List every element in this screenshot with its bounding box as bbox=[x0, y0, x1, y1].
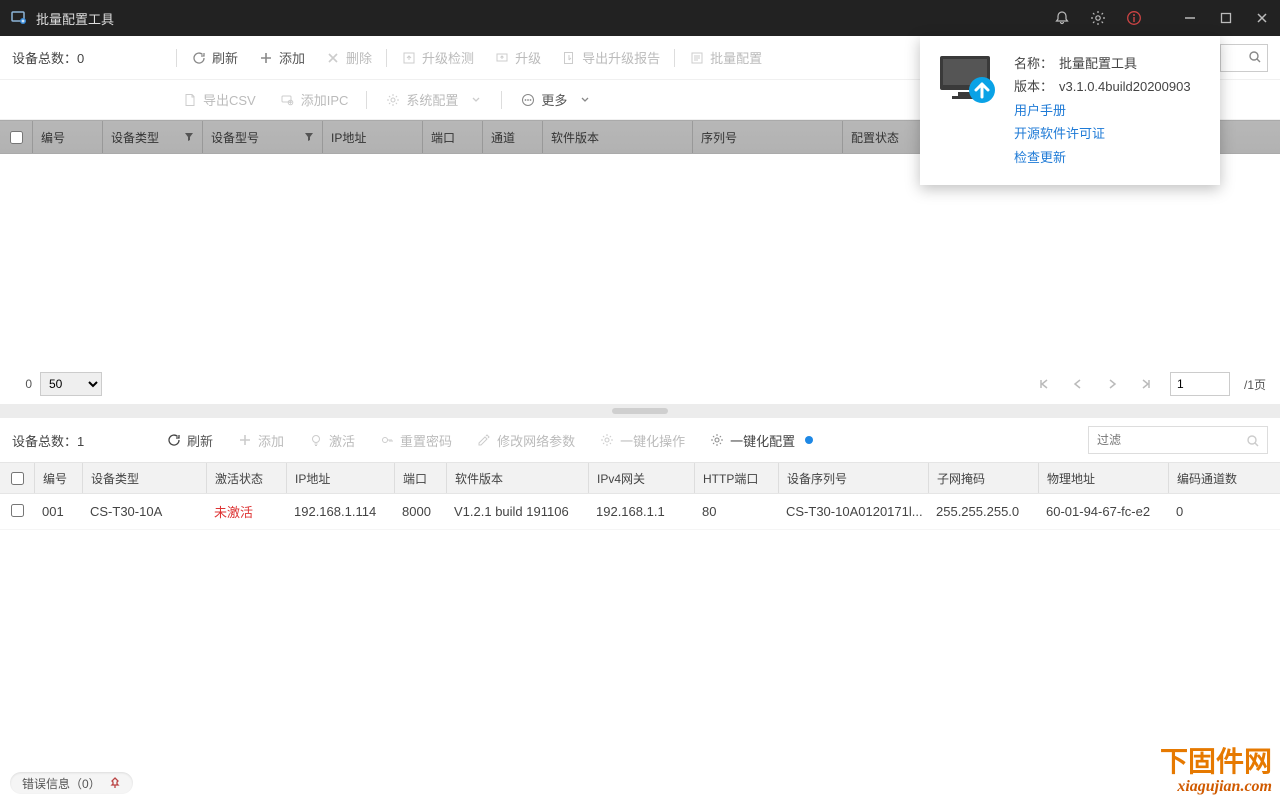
gear-icon bbox=[709, 433, 724, 448]
lower-add-button[interactable]: 添加 bbox=[227, 425, 294, 455]
app-title: 批量配置工具 bbox=[36, 9, 114, 28]
key-icon bbox=[379, 433, 394, 448]
badge-dot bbox=[805, 436, 813, 444]
filter-icon[interactable] bbox=[184, 132, 194, 142]
lower-toolbar: 设备总数：1 刷新 添加 激活 重置密码 修改网络参数 一键化操作 一键化配置 bbox=[0, 418, 1280, 462]
maximize-button[interactable] bbox=[1208, 0, 1244, 36]
bulb-icon bbox=[308, 433, 323, 448]
watermark: 下固件网 xiagujian.com bbox=[1160, 748, 1272, 796]
search-icon[interactable] bbox=[1248, 50, 1262, 64]
license-link[interactable]: 开源软件许可证 bbox=[1014, 122, 1204, 145]
filter-icon[interactable] bbox=[304, 132, 314, 142]
th-sw: 软件版本 bbox=[542, 121, 692, 153]
modify-network-button[interactable]: 修改网络参数 bbox=[466, 425, 585, 455]
search-icon[interactable] bbox=[1246, 434, 1260, 448]
th-model: 设备型号 bbox=[202, 121, 322, 153]
monitor-upload-icon bbox=[936, 52, 1000, 108]
delete-button[interactable]: 删除 bbox=[315, 43, 382, 73]
th-serial: 序列号 bbox=[692, 121, 842, 153]
upper-search bbox=[1220, 44, 1268, 72]
th-port: 端口 bbox=[422, 121, 482, 153]
title-bar: 批量配置工具 bbox=[0, 0, 1280, 36]
refresh-button[interactable]: 刷新 bbox=[181, 43, 248, 73]
activate-button[interactable]: 激活 bbox=[298, 425, 365, 455]
upgrade-check-button[interactable]: 升级检测 bbox=[391, 43, 484, 73]
th-type: 设备类型 bbox=[102, 121, 202, 153]
add-ipc-button[interactable]: 添加IPC bbox=[270, 85, 359, 115]
pager-total: /1页 bbox=[1244, 376, 1266, 393]
lower-filter bbox=[1088, 426, 1268, 454]
check-update-link[interactable]: 检查更新 bbox=[1014, 146, 1204, 169]
pager-next-icon[interactable] bbox=[1102, 374, 1122, 394]
pagination-bar: 0 50 /1页 bbox=[0, 364, 1280, 404]
refresh-icon bbox=[191, 50, 206, 65]
plus-icon bbox=[258, 50, 273, 65]
pager-first-icon[interactable] bbox=[1034, 374, 1054, 394]
pager-last-icon[interactable] bbox=[1136, 374, 1156, 394]
status-bar[interactable]: 错误信息（0） bbox=[10, 772, 133, 794]
info-icon[interactable] bbox=[1116, 0, 1152, 36]
row-checkbox[interactable] bbox=[11, 504, 24, 517]
export-csv-icon bbox=[182, 92, 197, 107]
chevron-down-icon bbox=[468, 92, 483, 107]
app-icon bbox=[10, 9, 28, 27]
delete-icon bbox=[325, 50, 340, 65]
page-size-select[interactable]: 50 bbox=[40, 372, 102, 396]
gear-icon bbox=[599, 433, 614, 448]
edit-icon bbox=[476, 433, 491, 448]
pager-prev-icon[interactable] bbox=[1068, 374, 1088, 394]
lower-filter-input[interactable] bbox=[1088, 426, 1268, 454]
upper-table-body bbox=[0, 154, 1280, 364]
upper-device-count: 设备总数：0 bbox=[12, 48, 172, 67]
upgrade-icon bbox=[494, 50, 509, 65]
oneclick-operate-button[interactable]: 一键化操作 bbox=[589, 425, 695, 455]
activate-status: 未激活 bbox=[206, 502, 286, 521]
export-report-icon bbox=[561, 50, 576, 65]
export-csv-button[interactable]: 导出CSV bbox=[172, 85, 266, 115]
about-popover: 名称：批量配置工具 版本：v3.1.0.4build20200903 用户手册 … bbox=[920, 36, 1220, 185]
lower-select-all-checkbox[interactable] bbox=[11, 472, 24, 485]
lower-device-count: 设备总数：1 bbox=[12, 431, 152, 450]
refresh-icon bbox=[166, 433, 181, 448]
add-ipc-icon bbox=[280, 92, 295, 107]
error-info-label: 错误信息（0） bbox=[22, 775, 101, 792]
bulk-config-button[interactable]: 批量配置 bbox=[679, 43, 772, 73]
th-no: 编号 bbox=[32, 121, 102, 153]
user-manual-link[interactable]: 用户手册 bbox=[1014, 99, 1204, 122]
export-upgrade-report-button[interactable]: 导出升级报告 bbox=[551, 43, 670, 73]
reset-password-button[interactable]: 重置密码 bbox=[369, 425, 462, 455]
select-all-checkbox[interactable] bbox=[10, 131, 23, 144]
settings-icon[interactable] bbox=[1080, 0, 1116, 36]
pin-icon[interactable] bbox=[109, 777, 121, 789]
upgrade-check-icon bbox=[401, 50, 416, 65]
notifications-icon[interactable] bbox=[1044, 0, 1080, 36]
upgrade-button[interactable]: 升级 bbox=[484, 43, 551, 73]
pane-splitter[interactable] bbox=[0, 404, 1280, 418]
bulk-config-icon bbox=[689, 50, 704, 65]
select-all-checkbox-cell bbox=[0, 121, 32, 153]
close-button[interactable] bbox=[1244, 0, 1280, 36]
system-config-button[interactable]: 系统配置 bbox=[375, 85, 493, 115]
th-ip: IP地址 bbox=[322, 121, 422, 153]
table-row[interactable]: 001 CS-T30-10A 未激活 192.168.1.114 8000 V1… bbox=[0, 494, 1280, 530]
plus-icon bbox=[237, 433, 252, 448]
lower-table-header: 编号 设备类型 激活状态 IP地址 端口 软件版本 IPv4网关 HTTP端口 … bbox=[0, 462, 1280, 494]
more-icon bbox=[520, 92, 535, 107]
oneclick-config-button[interactable]: 一键化配置 bbox=[699, 425, 823, 455]
th-channel: 通道 bbox=[482, 121, 542, 153]
lower-refresh-button[interactable]: 刷新 bbox=[156, 425, 223, 455]
pager-page-input[interactable] bbox=[1170, 372, 1230, 396]
add-button[interactable]: 添加 bbox=[248, 43, 315, 73]
more-button[interactable]: 更多 bbox=[510, 85, 602, 115]
pager-offset: 0 bbox=[14, 377, 32, 391]
chevron-down-icon bbox=[577, 92, 592, 107]
gear-icon bbox=[385, 92, 400, 107]
